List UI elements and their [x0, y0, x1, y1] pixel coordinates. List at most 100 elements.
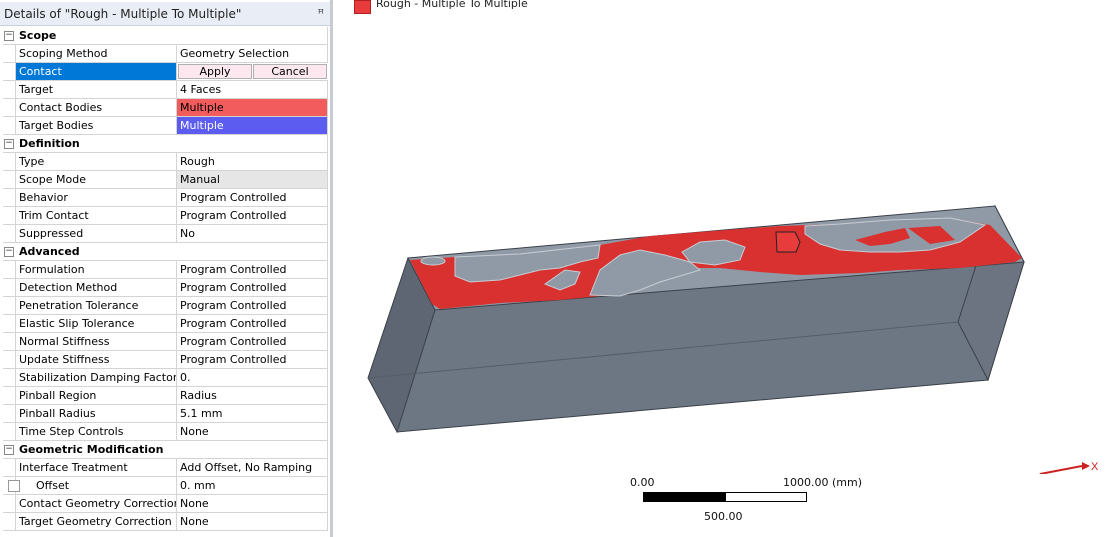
details-panel-header: Details of "Rough - Multiple To Multiple… [0, 2, 330, 26]
details-grid: Scope − Scoping Method Geometry Selection Co… [3, 27, 328, 531]
apply-cancel-group: Apply Cancel [177, 63, 328, 80]
property-value[interactable]: None [177, 495, 328, 512]
group-label[interactable]: Geometric Modification [3, 441, 328, 458]
scale-mid-label: 500.00 [704, 510, 743, 523]
property-row: Formulation Program Controlled [3, 261, 328, 279]
scale-left-label: 0.00 [630, 476, 655, 489]
property-value[interactable]: Program Controlled [177, 189, 328, 206]
property-row: Stabilization Damping Factor 0. [3, 369, 328, 387]
property-row: Scope Mode Manual [3, 171, 328, 189]
property-row: Trim Contact Program Controlled [3, 207, 328, 225]
scale-right-label: 1000.00 (mm) [783, 476, 862, 489]
property-label[interactable]: Time Step Controls [15, 423, 177, 440]
top-face-patch [420, 256, 446, 266]
property-value[interactable]: None [177, 513, 328, 530]
property-label[interactable]: Trim Contact [15, 207, 177, 224]
property-label[interactable]: Type [15, 153, 177, 170]
property-value[interactable]: Add Offset, No Ramping [177, 459, 328, 476]
property-row: Update Stiffness Program Controlled [3, 351, 328, 369]
scale-bar-white [725, 492, 807, 502]
group-header-definition: Definition − [3, 135, 328, 153]
property-row: Scoping Method Geometry Selection [3, 45, 328, 63]
property-value[interactable]: 0. mm [177, 477, 328, 494]
property-row: Target Geometry Correction None [3, 513, 328, 531]
property-value[interactable]: Manual [177, 171, 328, 188]
property-row: Detection Method Program Controlled [3, 279, 328, 297]
details-panel-title: Details of "Rough - Multiple To Multiple… [4, 7, 242, 21]
group-label[interactable]: Advanced [3, 243, 328, 260]
legend-color-swatch [354, 0, 371, 14]
property-label[interactable]: Normal Stiffness [15, 333, 177, 350]
property-value[interactable]: None [177, 423, 328, 440]
property-label[interactable]: Stabilization Damping Factor [15, 369, 177, 386]
property-label[interactable]: Behavior [15, 189, 177, 206]
property-value[interactable]: 4 Faces [177, 81, 328, 98]
property-value[interactable]: Program Controlled [177, 333, 328, 350]
property-label[interactable]: Target [15, 81, 177, 98]
scale-bar: 0.00 1000.00 (mm) 500.00 [620, 476, 880, 526]
pushpin-icon[interactable]: ꟸ [318, 7, 324, 20]
property-row: Target Bodies Multiple [3, 117, 328, 135]
property-row: Pinball Radius 5.1 mm [3, 405, 328, 423]
property-value[interactable]: No [177, 225, 328, 242]
property-value[interactable]: Program Controlled [177, 351, 328, 368]
parameter-checkbox[interactable] [8, 480, 20, 492]
property-row: Time Step Controls None [3, 423, 328, 441]
collapse-icon[interactable]: − [4, 31, 14, 41]
property-row: Contact Apply Cancel [3, 63, 328, 81]
property-row: Pinball Region Radius [3, 387, 328, 405]
property-label[interactable]: Pinball Region [15, 387, 177, 404]
property-value[interactable]: Program Controlled [177, 261, 328, 278]
property-label[interactable]: Suppressed [15, 225, 177, 242]
property-row: Contact Bodies Multiple [3, 99, 328, 117]
details-panel: Details of "Rough - Multiple To Multiple… [0, 0, 333, 537]
property-value[interactable]: Rough [177, 153, 328, 170]
property-label[interactable]: Pinball Radius [15, 405, 177, 422]
property-label[interactable]: Contact Geometry Correction [15, 495, 177, 512]
collapse-icon[interactable]: − [4, 445, 14, 455]
property-label[interactable]: Update Stiffness [15, 351, 177, 368]
property-label[interactable]: Target Geometry Correction [15, 513, 177, 530]
property-label[interactable]: Scoping Method [15, 45, 177, 62]
apply-button[interactable]: Apply [178, 64, 252, 79]
geometry-viewport[interactable]: X [340, 14, 1108, 474]
property-value[interactable]: Multiple [177, 99, 328, 116]
group-label[interactable]: Definition [3, 135, 328, 152]
coordinate-triad: X [1038, 461, 1099, 474]
group-header-advanced: Advanced − [3, 243, 328, 261]
property-label[interactable]: Target Bodies [15, 117, 177, 134]
property-value[interactable]: Program Controlled [177, 315, 328, 332]
collapse-icon[interactable]: − [4, 139, 14, 149]
property-value[interactable]: Geometry Selection [177, 45, 328, 62]
property-value[interactable]: Radius [177, 387, 328, 404]
property-row: Normal Stiffness Program Controlled [3, 333, 328, 351]
property-label[interactable]: Interface Treatment [15, 459, 177, 476]
collapse-icon[interactable]: − [4, 247, 14, 257]
property-label[interactable]: Detection Method [15, 279, 177, 296]
property-label[interactable]: Offset [15, 477, 177, 494]
group-label[interactable]: Scope [3, 27, 328, 44]
property-label[interactable]: Elastic Slip Tolerance [15, 315, 177, 332]
group-header-geometric-modification: Geometric Modification − [3, 441, 328, 459]
group-header-scope: Scope − [3, 27, 328, 45]
property-label[interactable]: Scope Mode [15, 171, 177, 188]
triad-x-label: X [1091, 461, 1099, 473]
property-row: Behavior Program Controlled [3, 189, 328, 207]
property-value[interactable]: Multiple [177, 117, 328, 134]
selection-marker[interactable] [775, 231, 801, 253]
property-label[interactable]: Contact [15, 63, 177, 80]
property-value[interactable]: Program Controlled [177, 279, 328, 296]
property-row: Suppressed No [3, 225, 328, 243]
property-value[interactable]: 0. [177, 369, 328, 386]
property-label[interactable]: Contact Bodies [15, 99, 177, 116]
property-row: Target 4 Faces [3, 81, 328, 99]
property-value[interactable]: Program Controlled [177, 207, 328, 224]
property-row: Offset 0. mm [3, 477, 328, 495]
property-label[interactable]: Penetration Tolerance [15, 297, 177, 314]
property-label[interactable]: Formulation [15, 261, 177, 278]
scale-bar-black [643, 492, 725, 502]
property-value[interactable]: Program Controlled [177, 297, 328, 314]
property-row: Penetration Tolerance Program Controlled [3, 297, 328, 315]
cancel-button[interactable]: Cancel [253, 64, 327, 79]
property-value[interactable]: 5.1 mm [177, 405, 328, 422]
